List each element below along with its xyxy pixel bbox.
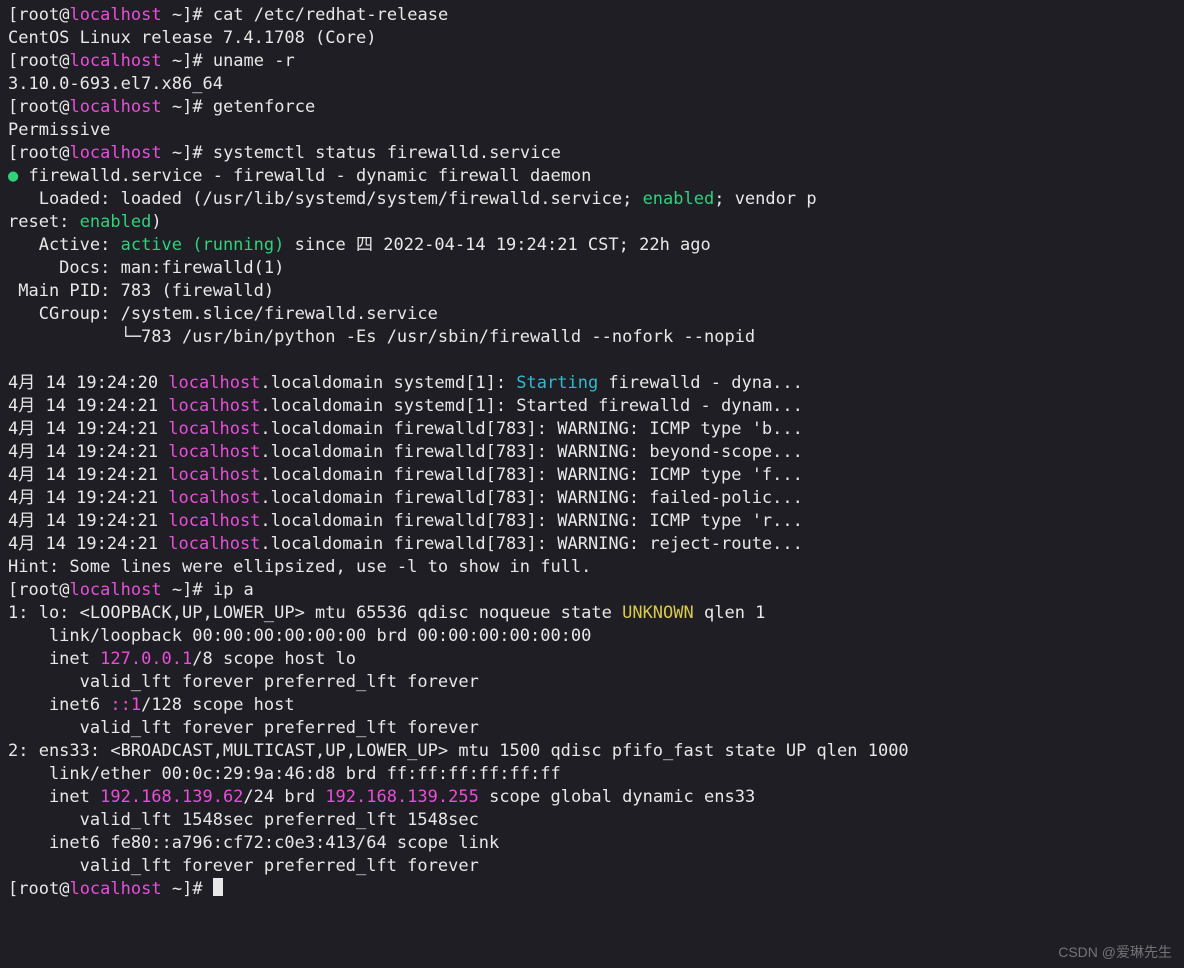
ip-ens-header: 2: ens33: <BROADCAST,MULTICAST,UP,LOWER_… [8,741,909,761]
ip-lo-header: 1: lo: <LOOPBACK,UP,LOWER_UP> mtu 65536 … [8,603,765,623]
output-selinux: Permissive [8,120,110,140]
cmd-uname: uname -r [213,51,295,71]
ip-lo-inet6: inet6 ::1/128 scope host [8,695,295,715]
terminal-output[interactable]: [root@localhost ~]# cat /etc/redhat-rele… [0,0,1184,905]
service-loaded: Loaded: loaded (/usr/lib/systemd/system/… [8,189,817,209]
log-line: 4月 14 19:24:20 localhost.localdomain sys… [8,373,803,393]
cmd-systemctl: systemctl status firewalld.service [213,143,561,163]
prompt-line[interactable]: [root@localhost ~]# [8,879,223,899]
output-kernel: 3.10.0-693.el7.x86_64 [8,74,223,94]
watermark: CSDN @爱琳先生 [1058,942,1172,962]
log-line: 4月 14 19:24:21 localhost.localdomain fir… [8,534,803,554]
service-mainpid: Main PID: 783 (firewalld) [8,281,274,301]
service-docs: Docs: man:firewalld(1) [8,258,284,278]
log-line: 4月 14 19:24:21 localhost.localdomain sys… [8,396,803,416]
log-line: 4月 14 19:24:21 localhost.localdomain fir… [8,511,803,531]
log-line: 4月 14 19:24:21 localhost.localdomain fir… [8,419,803,439]
prompt-line: [root@localhost ~]# getenforce [8,97,315,117]
ip-ens-inet6: inet6 fe80::a796:cf72:c0e3:413/64 scope … [8,833,499,853]
service-cgroup: CGroup: /system.slice/firewalld.service [8,304,438,324]
ip-lft: valid_lft forever preferred_lft forever [8,672,479,692]
cursor-icon [213,878,223,896]
cmd-ipa: ip a [213,580,254,600]
ip-ens-inet: inet 192.168.139.62/24 brd 192.168.139.2… [8,787,755,807]
hint-line: Hint: Some lines were ellipsized, use -l… [8,557,591,577]
ip-lft: valid_lft forever preferred_lft forever [8,718,479,738]
prompt-line: [root@localhost ~]# cat /etc/redhat-rele… [8,5,448,25]
prompt-line: [root@localhost ~]# systemctl status fir… [8,143,561,163]
service-active: Active: active (running) since 四 2022-04… [8,235,711,255]
prompt-line: [root@localhost ~]# uname -r [8,51,295,71]
ip-lft: valid_lft forever preferred_lft forever [8,856,479,876]
service-reset: reset: enabled) [8,212,162,232]
ip-ens-link: link/ether 00:0c:29:9a:46:d8 brd ff:ff:f… [8,764,561,784]
cmd-cat: cat /etc/redhat-release [213,5,448,25]
ip-lo-inet: inet 127.0.0.1/8 scope host lo [8,649,356,669]
service-cgroup-proc: └─783 /usr/bin/python -Es /usr/sbin/fire… [8,327,755,347]
status-dot-icon: ● [8,166,18,186]
output-release: CentOS Linux release 7.4.1708 (Core) [8,28,376,48]
log-line: 4月 14 19:24:21 localhost.localdomain fir… [8,465,803,485]
ip-lo-link: link/loopback 00:00:00:00:00:00 brd 00:0… [8,626,591,646]
service-header: ● firewalld.service - firewalld - dynami… [8,166,591,186]
log-line: 4月 14 19:24:21 localhost.localdomain fir… [8,442,803,462]
prompt-line: [root@localhost ~]# ip a [8,580,254,600]
ip-ens-lft: valid_lft 1548sec preferred_lft 1548sec [8,810,479,830]
cmd-getenforce: getenforce [213,97,315,117]
log-line: 4月 14 19:24:21 localhost.localdomain fir… [8,488,803,508]
